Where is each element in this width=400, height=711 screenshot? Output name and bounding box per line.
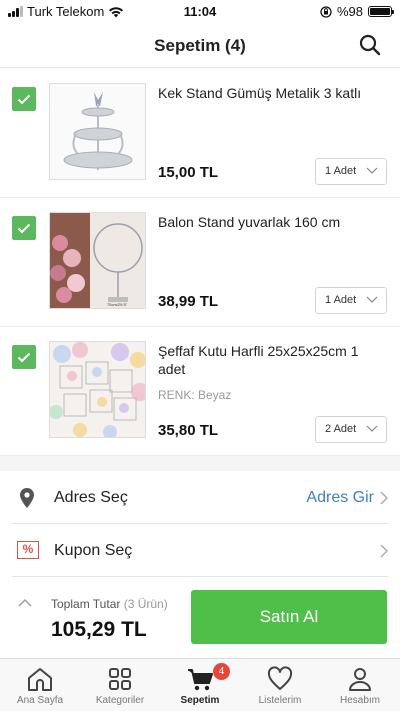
battery-icon [368,6,394,17]
status-right: %98 [320,4,394,19]
product-price: 38,99 TL [158,293,219,310]
check-icon [17,223,31,233]
item-checkbox[interactable] [12,345,36,369]
total-label-text: Toplam Tutar [51,597,121,611]
chevron-down-icon [366,167,378,174]
cart-item: 75cm/29.5" Balon Stand yuvarlak 160 cm 3… [0,198,400,327]
balloon-stand-image: 75cm/29.5" [50,213,145,308]
quantity-select[interactable]: 1 Adet [315,287,387,314]
quantity-select[interactable]: 1 Adet [315,158,387,185]
tab-categories[interactable]: Kategoriler [80,659,160,711]
product-image[interactable] [49,83,146,180]
product-title[interactable]: Kek Stand Gümüş Metalik 3 katlı [158,84,383,102]
tab-home[interactable]: Ana Sayfa [0,659,80,711]
tab-label: Listelerim [258,695,302,706]
chevron-right-icon [380,491,388,505]
coupon-select-row[interactable]: % Kupon Seç [12,524,388,577]
product-title[interactable]: Şeffaf Kutu Harfli 25x25x25cm 1 adet [158,342,383,378]
check-icon [17,94,31,104]
checkout-bar: Toplam Tutar (3 Ürün) 105,29 TL Satın Al [0,578,400,658]
cart-item: Şeffaf Kutu Harfli 25x25x25cm 1 adet REN… [0,327,400,456]
tab-cart[interactable]: 4 Sepetim [160,659,240,711]
heart-icon [267,666,293,690]
product-title[interactable]: Balon Stand yuvarlak 160 cm [158,213,383,231]
search-button[interactable] [358,33,382,57]
chevron-down-icon [366,296,378,303]
product-price: 35,80 TL [158,422,219,439]
address-select-row[interactable]: Adres Seç Adres Gir [12,471,388,524]
product-price: 15,00 TL [158,164,219,181]
header: Sepetim (4) [0,24,400,68]
search-icon [359,34,381,56]
item-checkbox[interactable] [12,87,36,111]
tab-label: Ana Sayfa [16,695,64,706]
chevron-up-icon[interactable] [18,598,32,608]
item-checkbox[interactable] [12,216,36,240]
check-icon [17,352,31,362]
address-label: Adres Seç [54,489,128,506]
coupon-label: Kupon Seç [54,542,133,559]
tab-label: Kategoriler [95,695,145,706]
grid-icon [109,668,131,690]
tab-lists[interactable]: Listelerim [240,659,320,711]
section-divider [0,455,400,471]
address-enter-link[interactable]: Adres Gir [306,489,374,507]
coupon-icon: % [17,541,39,559]
location-pin-icon [20,488,34,508]
tab-bar: Ana Sayfa Kategoriler 4 Sepetim Listeler… [0,658,400,711]
cake-stand-image [50,84,145,179]
product-image[interactable]: 75cm/29.5" [49,212,146,309]
quantity-value: 1 Adet [325,165,357,177]
page-title: Sepetim (4) [154,36,246,55]
buy-button[interactable]: Satın Al [191,590,387,644]
home-icon [28,668,52,691]
battery-level [370,8,390,15]
orientation-lock-icon [320,5,332,18]
image-caption: 75cm/29.5" [107,302,128,307]
tab-label: Sepetim [180,695,220,706]
cart-item: Kek Stand Gümüş Metalik 3 katlı 15,00 TL… [0,69,400,198]
quantity-value: 2 Adet [325,423,357,435]
chevron-right-icon [380,544,388,558]
battery-percent: %98 [336,4,363,19]
quantity-select[interactable]: 2 Adet [315,416,387,443]
product-variant: RENK: Beyaz [158,388,232,402]
total-amount: 105,29 TL [51,618,147,641]
item-count: (3 Ürün) [123,597,168,611]
tab-account[interactable]: Hesabım [320,659,400,711]
product-image[interactable] [49,341,146,438]
chevron-down-icon [366,425,378,432]
status-bar: Turk Telekom 11:04 %98 [0,0,400,24]
quantity-value: 1 Adet [325,294,357,306]
letter-boxes-image [50,342,145,437]
tab-label: Hesabım [339,695,380,706]
cart-count-badge: 4 [213,663,230,680]
user-icon [349,668,371,691]
total-label: Toplam Tutar (3 Ürün) [51,597,168,611]
cart-icon [188,669,213,691]
